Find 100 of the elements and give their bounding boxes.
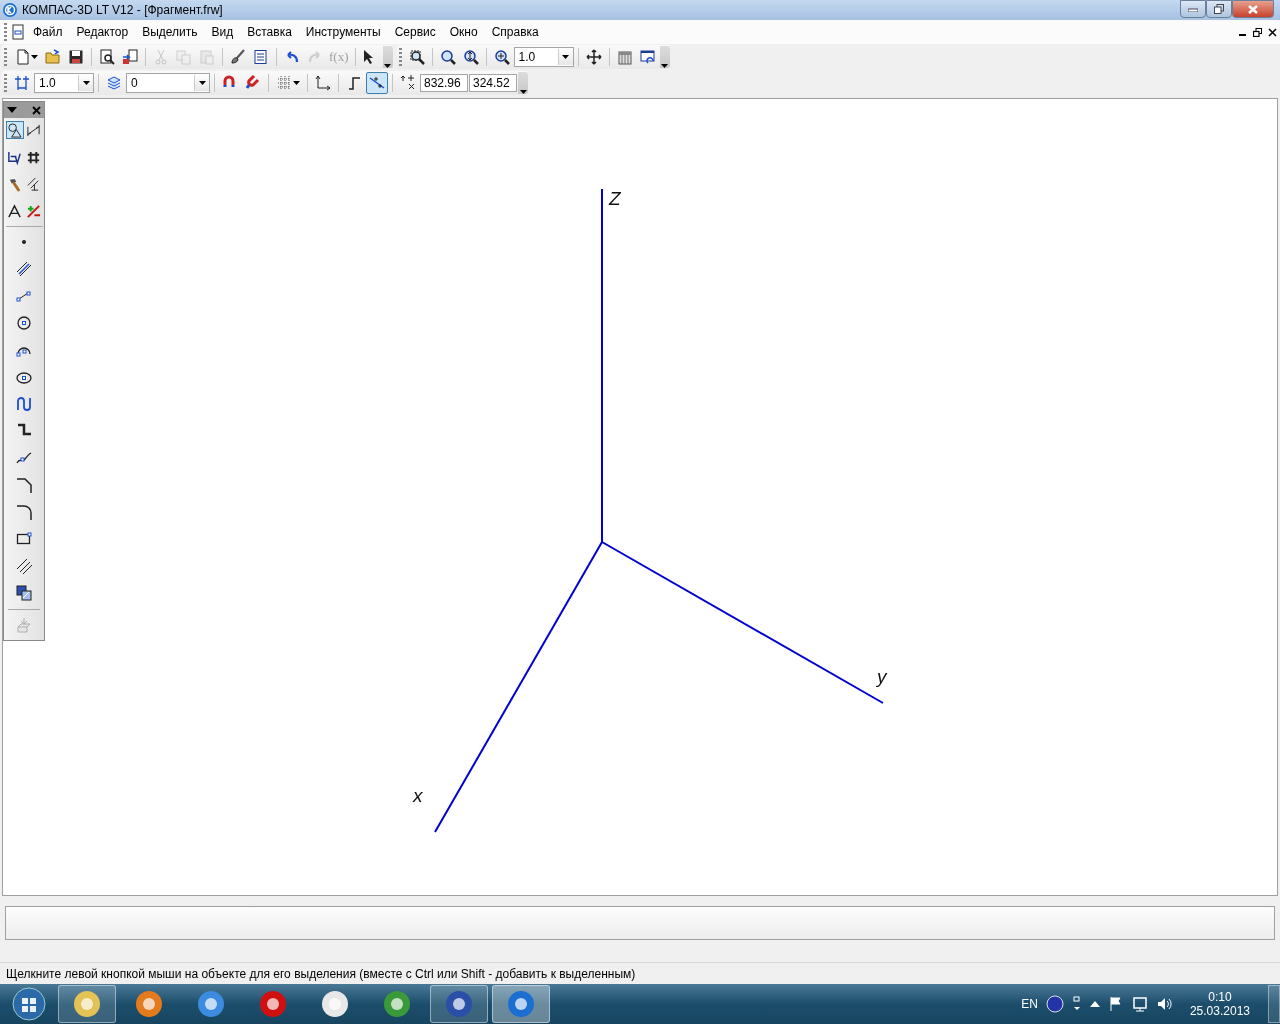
flag-icon (1107, 996, 1124, 1012)
ellipse-icon (16, 369, 32, 385)
restore-icon (1253, 27, 1262, 37)
menu-item[interactable]: Сервис (387, 25, 443, 39)
caret-icon (30, 55, 38, 59)
menu-item[interactable]: Справка (484, 25, 546, 39)
value-dropdown[interactable]: 1.0 (34, 73, 94, 93)
move-arrows-icon (585, 49, 602, 65)
undo-arrow-icon (284, 49, 300, 65)
menu-item[interactable]: Выделить (135, 25, 205, 39)
document-manager-icon (122, 49, 138, 65)
caret-icon (661, 64, 668, 68)
coordinate-axes-icon (315, 75, 331, 91)
menu-item[interactable]: Вид (204, 25, 241, 39)
menu-item[interactable]: Вставка (240, 25, 299, 39)
axis-label: y (877, 666, 887, 687)
new-document-icon (14, 49, 31, 65)
value-dropdown[interactable]: 0 (126, 73, 210, 93)
snap-points-button[interactable] (366, 72, 388, 94)
caret-icon (7, 107, 17, 113)
property-panel-field[interactable] (5, 906, 1275, 940)
toolbar-overflow-button[interactable] (382, 46, 393, 68)
clipboard-icon (199, 49, 215, 65)
toolbar-overflow-button[interactable] (518, 72, 528, 94)
scissors-icon (153, 49, 169, 65)
cursor-step-icon (14, 75, 30, 91)
hatch-icon (16, 585, 32, 601)
document-restore-button[interactable] (1250, 27, 1265, 37)
document-close-button[interactable] (1265, 27, 1280, 37)
grid-icon (276, 75, 293, 91)
help-icon (1045, 995, 1064, 1013)
redo-arrow-icon (307, 49, 323, 65)
taskbar-app-button[interactable] (58, 985, 116, 1023)
zoom-window-icon (408, 49, 425, 65)
point-icon (22, 240, 26, 244)
print-preview-icon (99, 49, 115, 65)
auxiliary-line-icon (16, 261, 32, 277)
parameter-grid-icon (26, 149, 41, 165)
rectangle-icon (16, 531, 32, 547)
zoom-in-icon (493, 49, 510, 65)
copy-icon (176, 49, 192, 65)
axis-label: Z (609, 188, 621, 209)
menu-item[interactable]: Редактор (69, 25, 136, 39)
restore-icon (1214, 4, 1224, 14)
caret-icon (82, 81, 90, 85)
chamfer-icon (16, 477, 32, 493)
menu-item[interactable]: Окно (442, 25, 485, 39)
close-button[interactable] (1232, 0, 1274, 18)
bezier-curve-icon (16, 450, 32, 466)
caret-icon (198, 81, 206, 85)
caret-icon (519, 90, 527, 94)
coordinate-field[interactable]: 832.96 (420, 74, 468, 92)
language-indicator[interactable]: EN (1021, 997, 1038, 1011)
drawing-canvas[interactable]: Z y x (2, 98, 1278, 896)
ortho-mode-icon (346, 75, 362, 91)
window-title: КОМПАС-3D LT V12 - [Фрагмент.frw] (22, 3, 224, 17)
snap-points-icon (369, 75, 385, 91)
restore-button[interactable] (1206, 0, 1232, 18)
caret-icon (562, 55, 569, 59)
close-icon (1268, 27, 1277, 37)
app-logo-icon (2, 2, 18, 18)
status-hint: Щелкните левой кнопкой мыши на объекте для его выделения (вместе с Ctrl или Shift - добавить к выделенным) (6, 966, 636, 981)
zoom-arrows-icon (462, 49, 479, 65)
geometry-shapes-tab[interactable] (5, 121, 24, 139)
wave-curve-icon (16, 396, 32, 412)
close-icon (32, 105, 41, 115)
hammer-icon (7, 176, 22, 192)
refresh-window-icon (639, 49, 656, 65)
magnet-icon (245, 75, 261, 91)
axis-label: x (413, 785, 423, 806)
caret-icon (384, 64, 391, 68)
clock-time[interactable]: 0:10 (1208, 990, 1232, 1004)
equidistant-lines-icon (16, 558, 32, 574)
start-orb-icon (12, 987, 46, 1021)
plus-minus-tab[interactable] (24, 202, 43, 220)
coordinate-field[interactable]: 324.52 (469, 74, 517, 92)
segment-icon (16, 288, 32, 304)
network-icon (1131, 996, 1148, 1012)
document-icon (10, 24, 26, 40)
clock-date[interactable]: 25.03.2013 (1189, 1004, 1250, 1018)
circle-icon (16, 315, 32, 331)
plus-minus-icon (26, 203, 41, 219)
brush-icon (230, 49, 246, 65)
folder-icon (45, 49, 61, 65)
layers-icon (106, 75, 122, 91)
close-icon (1248, 4, 1258, 14)
menu-item[interactable]: Файл (26, 25, 70, 39)
windows-arrows-icon (1071, 996, 1082, 1012)
value-dropdown[interactable]: 1.0 (513, 47, 574, 67)
grid-sheet-icon (616, 49, 633, 65)
geometry-shapes-icon (7, 122, 22, 138)
menu-item[interactable]: Инструменты (298, 25, 388, 39)
fillet-icon (16, 504, 32, 520)
table-icon (253, 49, 269, 65)
toolbar-overflow-button[interactable] (659, 46, 670, 68)
show-desktop-button[interactable] (1268, 985, 1280, 1023)
speaker-icon (1155, 996, 1172, 1012)
zoom-magnifier-icon (439, 49, 456, 65)
taskbar-app-button[interactable] (430, 985, 488, 1023)
caret-icon (292, 81, 300, 85)
